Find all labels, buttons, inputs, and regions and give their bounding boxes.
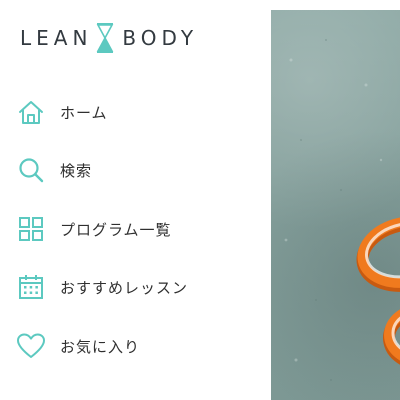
nav-item-favorites[interactable]: お気に入り [16, 329, 140, 363]
nav-item-search[interactable]: 検索 [16, 153, 92, 187]
brand-logo[interactable]: LEAN BODY [20, 22, 198, 54]
home-icon [16, 97, 46, 127]
calendar-icon [16, 272, 46, 302]
brand-right-word: BODY [122, 26, 199, 50]
orange-ring-top [356, 216, 400, 292]
hero-photo-art [284, 39, 400, 381]
nav-item-recommended-lessons[interactable]: おすすめレッスン [16, 270, 188, 304]
nav-label-favorites: お気に入り [60, 337, 141, 356]
grid-icon [16, 214, 46, 244]
nav-label-recommended-lessons: おすすめレッスン [60, 278, 189, 297]
nav-item-programs[interactable]: プログラム一覧 [16, 212, 172, 246]
concrete-texture [284, 39, 383, 381]
hero-image [271, 0, 400, 400]
heart-icon [16, 331, 46, 361]
nav-label-programs: プログラム一覧 [60, 220, 172, 239]
orange-ring-bottom [383, 309, 400, 365]
brand-left-word: LEAN [20, 26, 93, 50]
sidebar-menu: LEAN BODY ホーム 検索 プログラム一覧 おすすめレッスン お気に入り [0, 0, 271, 400]
search-icon [16, 155, 46, 185]
nav-item-home[interactable]: ホーム [16, 95, 108, 129]
nav-label-home: ホーム [60, 103, 108, 122]
hourglass-logo-icon [97, 23, 114, 53]
nav-label-search: 検索 [60, 161, 93, 180]
